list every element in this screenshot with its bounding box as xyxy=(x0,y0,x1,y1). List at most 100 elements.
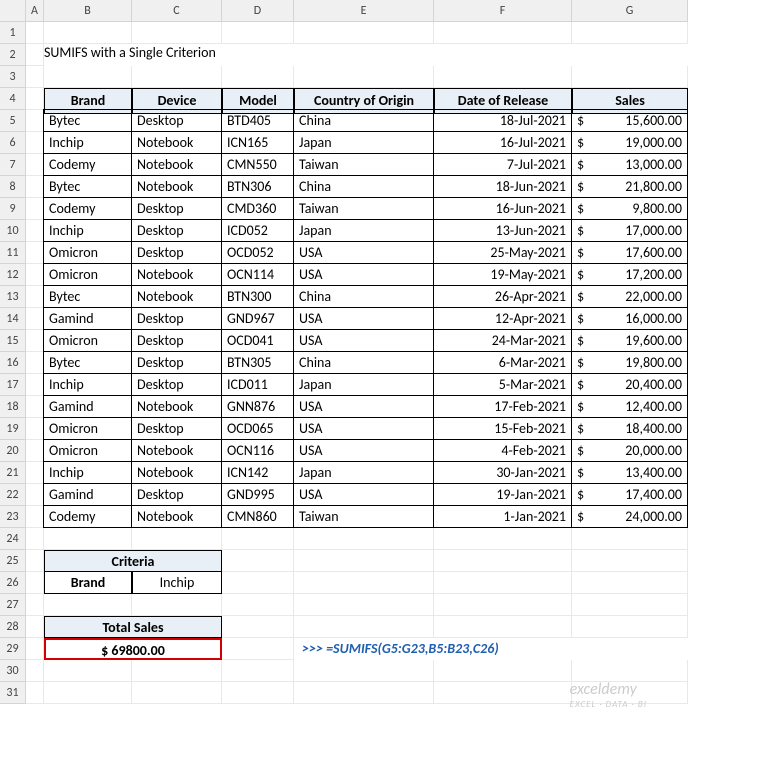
cell-country[interactable]: Japan xyxy=(293,461,434,484)
cell-country[interactable]: Taiwan xyxy=(293,153,434,176)
row-19[interactable]: 19 xyxy=(0,418,26,440)
cell-sales[interactable]: $24,000.00 xyxy=(571,505,688,528)
row-17[interactable]: 17 xyxy=(0,374,26,396)
row-29[interactable]: 29 xyxy=(0,638,26,660)
criteria-brand-value[interactable]: Inchip xyxy=(132,571,222,594)
cell-brand[interactable]: Codemy xyxy=(43,505,132,528)
cell-device[interactable]: Desktop xyxy=(131,219,222,242)
cell-model[interactable]: ICN165 xyxy=(221,131,294,154)
cell-device[interactable]: Notebook xyxy=(131,131,222,154)
row-23[interactable]: 23 xyxy=(0,506,26,528)
cell-sales[interactable]: $13,400.00 xyxy=(571,461,688,484)
row-3[interactable]: 3 xyxy=(0,66,26,88)
cell-model[interactable]: GND995 xyxy=(221,483,294,506)
cell-device[interactable]: Desktop xyxy=(131,307,222,330)
cell-country[interactable]: China xyxy=(293,109,434,132)
cell-sales[interactable]: $17,200.00 xyxy=(571,263,688,286)
cell-model[interactable]: ICN142 xyxy=(221,461,294,484)
cell-date[interactable]: 30-Jan-2021 xyxy=(433,461,572,484)
cell-country[interactable]: USA xyxy=(293,329,434,352)
cell-sales[interactable]: $19,600.00 xyxy=(571,329,688,352)
total-sales-value[interactable]: $ 69800.00 xyxy=(44,638,222,660)
row-13[interactable]: 13 xyxy=(0,286,26,308)
cell-model[interactable]: ICD011 xyxy=(221,373,294,396)
cell-model[interactable]: GNN876 xyxy=(221,395,294,418)
cell-device[interactable]: Desktop xyxy=(131,373,222,396)
cell-country[interactable]: USA xyxy=(293,439,434,462)
cell-country[interactable]: China xyxy=(293,351,434,374)
col-A[interactable]: A xyxy=(26,0,44,22)
cell-model[interactable]: CMD360 xyxy=(221,197,294,220)
cell-date[interactable]: 5-Mar-2021 xyxy=(433,373,572,396)
cell-date[interactable]: 16-Jun-2021 xyxy=(433,197,572,220)
row-7[interactable]: 7 xyxy=(0,154,26,176)
cell-sales[interactable]: $19,000.00 xyxy=(571,131,688,154)
cell-sales[interactable]: $17,600.00 xyxy=(571,241,688,264)
row-21[interactable]: 21 xyxy=(0,462,26,484)
cell-device[interactable]: Notebook xyxy=(131,263,222,286)
cell-date[interactable]: 15-Feb-2021 xyxy=(433,417,572,440)
cell-date[interactable]: 19-Jan-2021 xyxy=(433,483,572,506)
cell-sales[interactable]: $21,800.00 xyxy=(571,175,688,198)
cell-model[interactable]: OCN116 xyxy=(221,439,294,462)
cell-brand[interactable]: Codemy xyxy=(43,197,132,220)
cell-date[interactable]: 18-Jul-2021 xyxy=(433,109,572,132)
cell-date[interactable]: 19-May-2021 xyxy=(433,263,572,286)
cell-model[interactable]: BTD405 xyxy=(221,109,294,132)
row-10[interactable]: 10 xyxy=(0,220,26,242)
cell-sales[interactable]: $17,000.00 xyxy=(571,219,688,242)
col-C[interactable]: C xyxy=(132,0,222,22)
cell-country[interactable]: Taiwan xyxy=(293,505,434,528)
cell-model[interactable]: CMN860 xyxy=(221,505,294,528)
col-B[interactable]: B xyxy=(44,0,132,22)
cell-country[interactable]: USA xyxy=(293,417,434,440)
row-28[interactable]: 28 xyxy=(0,616,26,638)
cell-model[interactable]: CMN550 xyxy=(221,153,294,176)
row-20[interactable]: 20 xyxy=(0,440,26,462)
cell-brand[interactable]: Omicron xyxy=(43,241,132,264)
col-F[interactable]: F xyxy=(434,0,572,22)
row-1[interactable]: 1 xyxy=(0,22,26,44)
cell-model[interactable]: BTN300 xyxy=(221,285,294,308)
cell-country[interactable]: China xyxy=(293,285,434,308)
cell-device[interactable]: Desktop xyxy=(131,329,222,352)
cell-date[interactable]: 1-Jan-2021 xyxy=(433,505,572,528)
cell-model[interactable]: GND967 xyxy=(221,307,294,330)
cell-brand[interactable]: Bytec xyxy=(43,285,132,308)
cell-date[interactable]: 25-May-2021 xyxy=(433,241,572,264)
cell-model[interactable]: OCD041 xyxy=(221,329,294,352)
cell-device[interactable]: Desktop xyxy=(131,197,222,220)
row-8[interactable]: 8 xyxy=(0,176,26,198)
cell-brand[interactable]: Inchip xyxy=(43,373,132,396)
cell-country[interactable]: Japan xyxy=(293,131,434,154)
row-14[interactable]: 14 xyxy=(0,308,26,330)
row-27[interactable]: 27 xyxy=(0,594,26,616)
row-2[interactable]: 2 xyxy=(0,44,26,66)
cell-device[interactable]: Notebook xyxy=(131,175,222,198)
cell-brand[interactable]: Codemy xyxy=(43,153,132,176)
cell-date[interactable]: 16-Jul-2021 xyxy=(433,131,572,154)
cell-model[interactable]: OCD052 xyxy=(221,241,294,264)
row-16[interactable]: 16 xyxy=(0,352,26,374)
cell-sales[interactable]: $20,400.00 xyxy=(571,373,688,396)
row-5[interactable]: 5 xyxy=(0,110,26,132)
cell-country[interactable]: Taiwan xyxy=(293,197,434,220)
row-30[interactable]: 30 xyxy=(0,660,26,682)
cell-sales[interactable]: $15,600.00 xyxy=(571,109,688,132)
cell-date[interactable]: 17-Feb-2021 xyxy=(433,395,572,418)
cell-model[interactable]: BTN306 xyxy=(221,175,294,198)
col-D[interactable]: D xyxy=(222,0,294,22)
cell-country[interactable]: USA xyxy=(293,307,434,330)
cell-device[interactable]: Notebook xyxy=(131,505,222,528)
cell-country[interactable]: USA xyxy=(293,263,434,286)
cell-device[interactable]: Notebook xyxy=(131,153,222,176)
cell-country[interactable]: USA xyxy=(293,483,434,506)
cell-device[interactable]: Notebook xyxy=(131,285,222,308)
cell-date[interactable]: 12-Apr-2021 xyxy=(433,307,572,330)
cell-model[interactable]: OCD065 xyxy=(221,417,294,440)
cell-brand[interactable]: Bytec xyxy=(43,175,132,198)
row-6[interactable]: 6 xyxy=(0,132,26,154)
cell-date[interactable]: 6-Mar-2021 xyxy=(433,351,572,374)
cell-country[interactable]: Japan xyxy=(293,373,434,396)
cell-model[interactable]: OCN114 xyxy=(221,263,294,286)
